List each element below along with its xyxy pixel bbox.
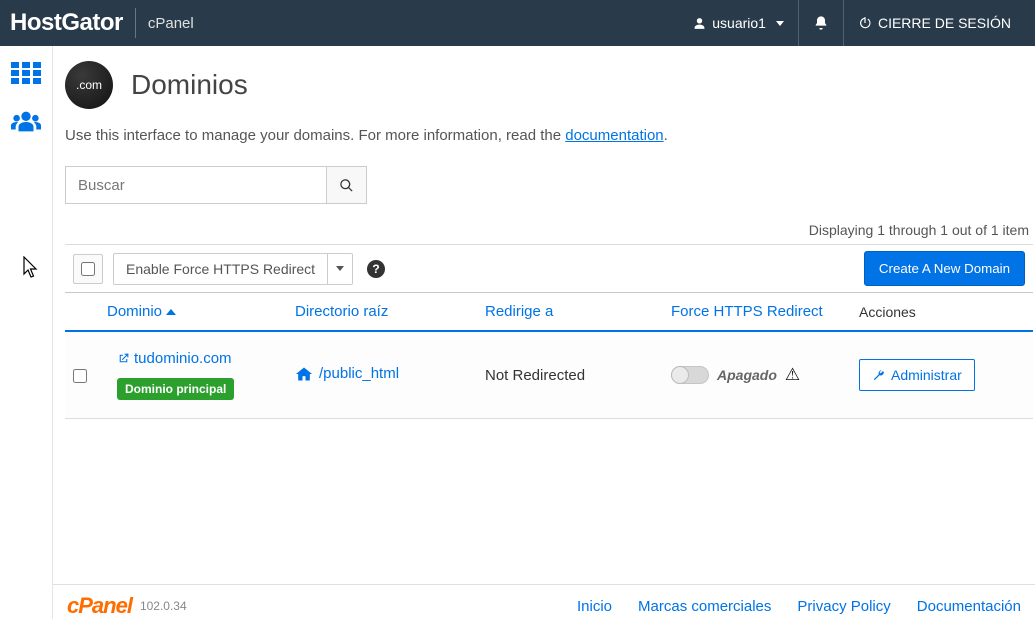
user-menu[interactable]: usuario1	[679, 0, 798, 46]
footer-link-privacy[interactable]: Privacy Policy	[797, 598, 890, 615]
enable-https-caret[interactable]	[328, 253, 353, 285]
row-checkbox[interactable]	[73, 369, 87, 383]
brand-block: HostGator cPanel	[10, 8, 194, 38]
mouse-cursor-icon	[23, 256, 39, 278]
footer: cPanel 102.0.34 Inicio Marcas comerciale…	[53, 584, 1035, 619]
cell-redirect: Not Redirected	[485, 367, 671, 384]
table-header: Dominio Directorio raíz Redirige a Force…	[65, 293, 1033, 332]
chevron-down-icon	[336, 266, 344, 271]
footer-version: 102.0.34	[140, 599, 187, 613]
logo-text: HostGator	[10, 9, 123, 37]
column-root[interactable]: Directorio raíz	[295, 303, 485, 320]
search-button[interactable]	[327, 166, 367, 204]
manage-button[interactable]: Administrar	[859, 359, 975, 391]
users-icon	[11, 110, 41, 132]
select-all-checkbox[interactable]	[81, 262, 95, 276]
power-icon	[858, 16, 872, 30]
results-count: Displaying 1 through 1 out of 1 item	[65, 222, 1033, 238]
https-toggle[interactable]	[671, 366, 709, 384]
column-domain-label: Dominio	[107, 303, 162, 320]
page-header: .com Dominios	[65, 61, 1033, 109]
documentation-link[interactable]: documentation	[565, 127, 663, 144]
column-domain[interactable]: Dominio	[107, 303, 295, 320]
primary-domain-badge: Dominio principal	[117, 378, 234, 400]
sidebar-item-users[interactable]	[11, 106, 41, 136]
table-row: tudominio.com Dominio principal /public_…	[65, 332, 1033, 419]
enable-https-button[interactable]: Enable Force HTTPS Redirect	[113, 253, 328, 285]
wrench-icon	[872, 369, 885, 382]
root-dir-text: /public_html	[319, 365, 399, 382]
top-navbar: HostGator cPanel usuario1 CIERRE DE SESI…	[0, 0, 1035, 46]
search-icon	[339, 178, 354, 193]
cell-domain: tudominio.com Dominio principal	[107, 350, 295, 400]
sidebar	[0, 46, 53, 619]
root-dir-link[interactable]: /public_html	[295, 365, 399, 382]
search-input[interactable]	[65, 166, 327, 204]
column-redirect[interactable]: Redirige a	[485, 303, 671, 320]
manage-label: Administrar	[891, 367, 962, 383]
footer-link-docs[interactable]: Documentación	[917, 598, 1021, 615]
cell-root: /public_html	[295, 365, 485, 385]
home-icon	[295, 366, 313, 382]
footer-brand: cPanel	[67, 593, 132, 619]
warning-icon: ⚠	[785, 365, 800, 385]
navbar-right: usuario1 CIERRE DE SESIÓN	[679, 0, 1025, 46]
search-group	[65, 166, 1033, 204]
domain-name: tudominio.com	[134, 350, 232, 367]
page-title: Dominios	[131, 69, 248, 101]
sidebar-item-apps[interactable]	[11, 58, 41, 88]
logout-label: CIERRE DE SESIÓN	[878, 15, 1011, 31]
bell-icon	[813, 15, 829, 31]
notifications-button[interactable]	[799, 0, 843, 46]
main-content: .com Dominios Use this interface to mana…	[53, 46, 1035, 619]
toggle-knob	[671, 366, 689, 384]
help-icon[interactable]: ?	[367, 260, 385, 278]
toolbar: Enable Force HTTPS Redirect ? Create A N…	[65, 244, 1033, 293]
footer-link-marcas[interactable]: Marcas comerciales	[638, 598, 771, 615]
chevron-down-icon	[776, 21, 784, 26]
column-https[interactable]: Force HTTPS Redirect	[671, 303, 859, 320]
create-domain-button[interactable]: Create A New Domain	[864, 251, 1025, 286]
cell-https: Apagado ⚠	[671, 365, 859, 385]
grid-icon	[11, 62, 41, 84]
footer-link-inicio[interactable]: Inicio	[577, 598, 612, 615]
row-checkbox-cell	[73, 365, 107, 386]
sort-asc-icon	[166, 309, 176, 315]
domain-link[interactable]: tudominio.com	[117, 350, 232, 367]
footer-links: Inicio Marcas comerciales Privacy Policy…	[577, 598, 1021, 615]
desc-text: Use this interface to manage your domain…	[65, 127, 565, 144]
desc-suffix: .	[664, 127, 668, 144]
cell-actions: Administrar	[859, 359, 975, 391]
user-icon	[693, 17, 706, 30]
brand-sub: cPanel	[148, 15, 194, 32]
brand-divider	[135, 8, 136, 38]
page-icon-domains: .com	[65, 61, 113, 109]
logout-button[interactable]: CIERRE DE SESIÓN	[844, 0, 1025, 46]
https-redirect-dropdown[interactable]: Enable Force HTTPS Redirect	[113, 253, 353, 285]
external-link-icon	[117, 352, 130, 365]
select-all-wrapper[interactable]	[73, 254, 103, 284]
column-actions: Acciones	[859, 304, 916, 320]
page-description: Use this interface to manage your domain…	[65, 127, 1033, 144]
username-label: usuario1	[712, 15, 766, 31]
https-state-label: Apagado	[717, 367, 777, 383]
